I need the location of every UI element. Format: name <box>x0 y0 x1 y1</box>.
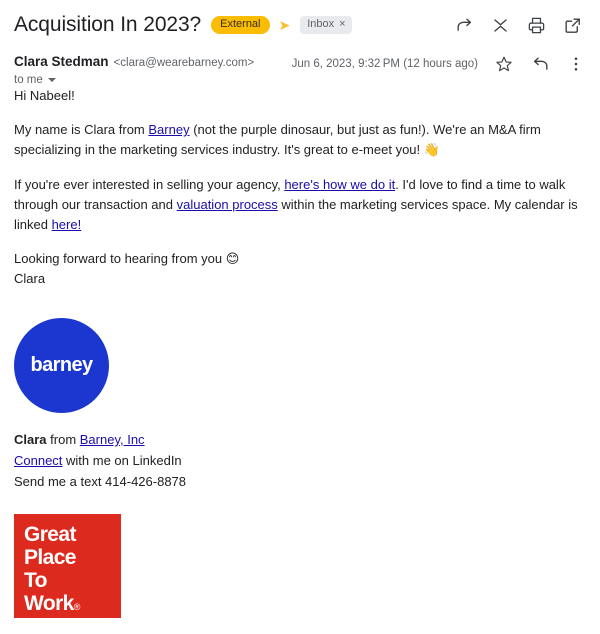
email-signature: Clara from Barney, Inc Connect with me o… <box>0 413 600 492</box>
reply-icon[interactable] <box>530 54 550 74</box>
award-line-4: Work® <box>24 592 111 619</box>
award-line-1: Great <box>24 523 76 546</box>
p1-text-before: My name is Clara from <box>14 122 149 137</box>
signature-line-phone: Send me a text 414-426-8878 <box>14 474 187 489</box>
forward-icon[interactable] <box>454 15 474 35</box>
message-timestamp: Jun 6, 2023, 9:32 PM (12 hours ago) <box>291 58 478 70</box>
double-chevron-right-icon: ➤ <box>278 17 291 33</box>
signature-from-word: from <box>46 432 80 447</box>
collapse-icon[interactable] <box>490 15 510 35</box>
signature-logo-wrap: barney <box>0 302 600 413</box>
closing-text: Looking forward to hearing from you <box>14 251 226 266</box>
header-action-bar <box>454 15 586 35</box>
link-connect-linkedin[interactable]: Connect <box>14 453 62 468</box>
email-body: Hi Nabeel! My name is Clara from Barney … <box>0 86 600 288</box>
signature-name: Clara <box>14 432 47 447</box>
link-valuation-process[interactable]: valuation process <box>177 197 278 212</box>
page-title: Acquisition In 2023? <box>14 13 202 36</box>
label-chip-inbox-text: Inbox <box>307 18 335 30</box>
sender-name: Clara Stedman <box>14 54 109 69</box>
body-paragraph-2: If you're ever interested in selling you… <box>14 175 586 235</box>
link-barney[interactable]: Barney <box>148 122 189 137</box>
award-badge-wrap: Great Place To Work® <box>0 492 600 618</box>
email-header: Acquisition In 2023? External ➤ Inbox × <box>0 0 600 48</box>
recipient-label: to me <box>14 74 43 86</box>
link-barney-inc[interactable]: Barney, Inc <box>80 432 145 447</box>
more-options-icon[interactable] <box>566 54 586 74</box>
close-icon[interactable]: × <box>339 19 345 30</box>
message-action-bar: Jun 6, 2023, 9:32 PM (12 hours ago) <box>292 54 586 74</box>
label-chip-inbox[interactable]: Inbox × <box>300 16 352 34</box>
signature-linkedin-rest: with me on LinkedIn <box>62 453 182 468</box>
print-icon[interactable] <box>526 15 546 35</box>
link-how-we-do-it[interactable]: here's how we do it <box>284 177 395 192</box>
body-closing: Looking forward to hearing from you 😊 Cl… <box>14 249 586 288</box>
star-icon[interactable] <box>494 54 514 74</box>
waving-hand-emoji: 👋 <box>423 143 440 158</box>
recipient-toggle[interactable]: to me <box>14 74 254 86</box>
signature-line-company: Clara from Barney, Inc <box>14 429 586 450</box>
open-in-new-window-icon[interactable] <box>562 15 582 35</box>
registered-trademark-icon: ® <box>73 602 81 612</box>
barney-logo: barney <box>14 318 109 413</box>
barney-logo-text: barney <box>30 354 94 376</box>
chevron-down-icon[interactable] <box>47 78 56 82</box>
sender-line: Clara Stedman <clara@wearebarney.com> <box>14 54 254 69</box>
award-line-4-text: Work <box>24 592 74 615</box>
body-paragraph-1: My name is Clara from Barney (not the pu… <box>14 120 586 161</box>
smiling-face-emoji: 😊 <box>225 252 240 267</box>
status-badge-external: External <box>211 16 270 34</box>
body-greeting: Hi Nabeel! <box>14 88 75 103</box>
signoff-name: Clara <box>14 271 46 286</box>
link-calendar-here[interactable]: here! <box>52 217 82 232</box>
signature-line-linkedin: Connect with me on LinkedIn <box>14 450 586 471</box>
great-place-to-work-badge: Great Place To Work® <box>14 514 121 618</box>
message-meta-row: Clara Stedman <clara@wearebarney.com> to… <box>0 48 600 86</box>
sender-block: Clara Stedman <clara@wearebarney.com> to… <box>14 54 254 86</box>
sender-email: <clara@wearebarney.com> <box>113 57 255 69</box>
award-line-2: Place <box>24 546 76 569</box>
p2-text-a: If you're ever interested in selling you… <box>14 177 285 192</box>
award-line-3: To <box>24 569 48 592</box>
